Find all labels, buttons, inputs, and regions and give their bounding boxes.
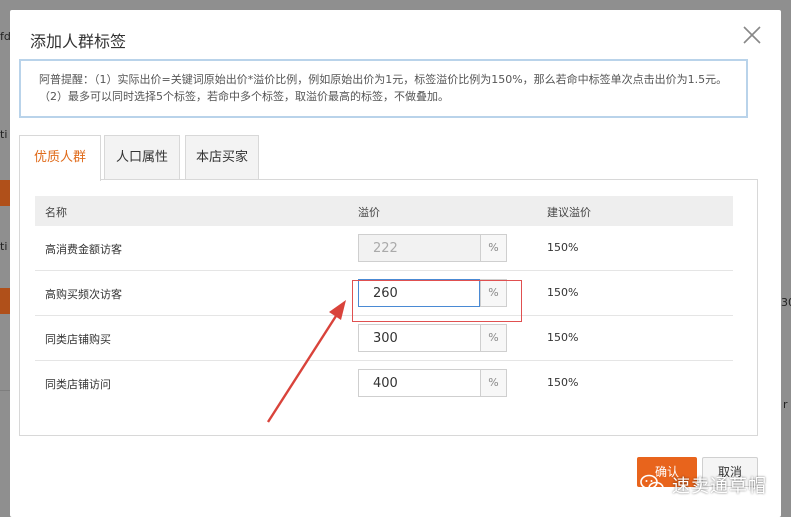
watermark: 速卖通草帽 — [640, 470, 767, 500]
tab-quality-audience[interactable]: 优质人群 — [19, 135, 101, 181]
annotation-arrow-icon — [266, 300, 346, 423]
wechat-icon — [640, 474, 664, 495]
watermark-text: 速卖通草帽 — [672, 476, 767, 497]
